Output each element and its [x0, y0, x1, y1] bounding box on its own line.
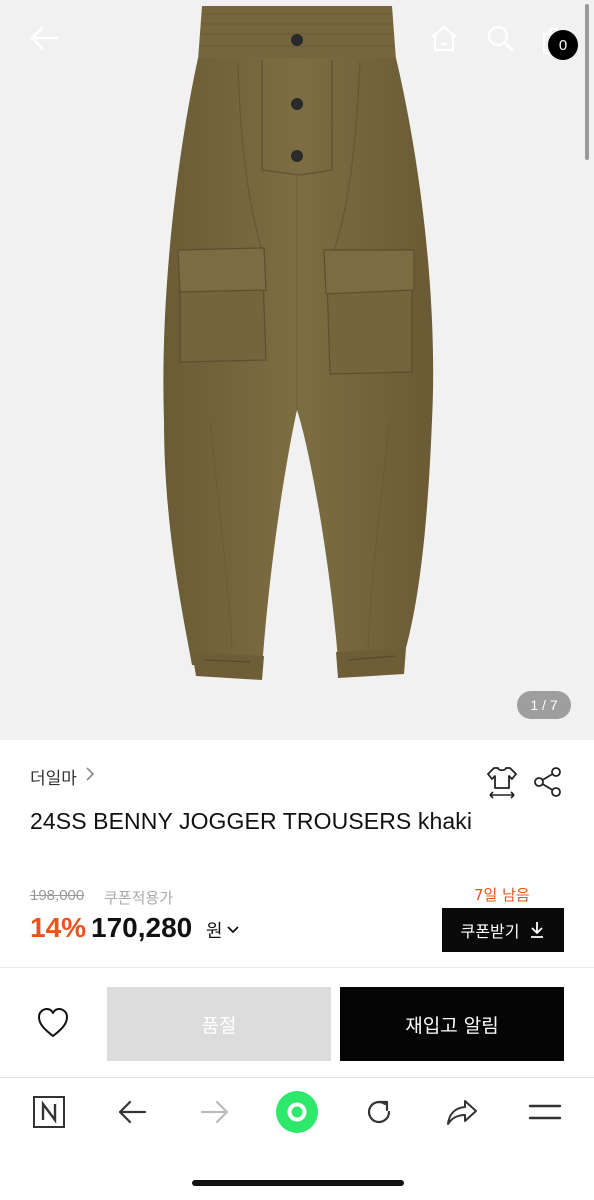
time-left-label: 7일 남음: [474, 886, 530, 904]
green-dot-button[interactable]: [275, 1090, 319, 1134]
wishlist-button[interactable]: [34, 1004, 72, 1042]
refresh-icon: [367, 1100, 391, 1124]
chevron-right-icon: [85, 766, 95, 787]
home-icon: [431, 25, 457, 52]
price-unit: 원: [206, 921, 223, 942]
original-price: 198,000: [30, 887, 85, 904]
chevron-down-icon: [226, 926, 239, 934]
top-navigation-bar: 0: [0, 0, 594, 80]
forward-arrow-icon: [200, 1100, 229, 1124]
browser-share-button[interactable]: [440, 1090, 484, 1134]
download-icon: [531, 922, 544, 938]
browser-back-button[interactable]: [110, 1090, 154, 1134]
brand-name: 더일마: [30, 769, 77, 789]
home-indicator[interactable]: [192, 1180, 404, 1186]
shirt-size-icon: [487, 767, 517, 799]
search-icon: [487, 25, 514, 52]
refresh-button[interactable]: [357, 1090, 401, 1134]
size-fit-button[interactable]: [484, 764, 520, 800]
heart-icon: [38, 1008, 68, 1037]
divider: [0, 1077, 594, 1078]
menu-icon: [528, 1104, 562, 1120]
price-detail-toggle[interactable]: 원: [206, 917, 240, 943]
divider: [0, 967, 594, 968]
browser-forward-button[interactable]: [193, 1090, 237, 1134]
share-icon: [534, 767, 561, 797]
back-button[interactable]: [20, 20, 68, 56]
back-arrow-icon: [118, 1100, 147, 1124]
soldout-button: 품절: [107, 987, 331, 1061]
share-arrow-icon: [447, 1100, 477, 1125]
download-coupon-button[interactable]: 쿠폰받기: [442, 908, 564, 952]
discount-rate: 14%: [30, 912, 87, 943]
green-dot-icon: [276, 1091, 318, 1133]
scrollbar[interactable]: [585, 4, 589, 160]
cart-count-badge: 0: [548, 30, 578, 60]
search-button[interactable]: [480, 20, 520, 56]
product-title: 24SS BENNY JOGGER TROUSERS khaki: [30, 808, 473, 834]
restock-alert-button[interactable]: 재입고 알림: [340, 987, 564, 1061]
share-button[interactable]: [530, 764, 566, 800]
product-image: [163, 6, 434, 680]
coupon-button-label: 쿠폰받기: [460, 922, 520, 941]
back-arrow-icon: [30, 26, 59, 50]
brand-link[interactable]: 더일마: [30, 764, 95, 789]
naver-home-button[interactable]: [27, 1090, 71, 1134]
menu-button[interactable]: [523, 1090, 567, 1134]
naver-n-icon: [33, 1096, 65, 1128]
gallery-page-indicator: 1 / 7: [517, 691, 571, 719]
sale-price: 170,280: [91, 912, 193, 943]
product-image-gallery[interactable]: 0 1 / 7: [0, 0, 594, 740]
home-button[interactable]: [424, 20, 464, 56]
coupon-price-label: 쿠폰적용가: [104, 889, 174, 907]
